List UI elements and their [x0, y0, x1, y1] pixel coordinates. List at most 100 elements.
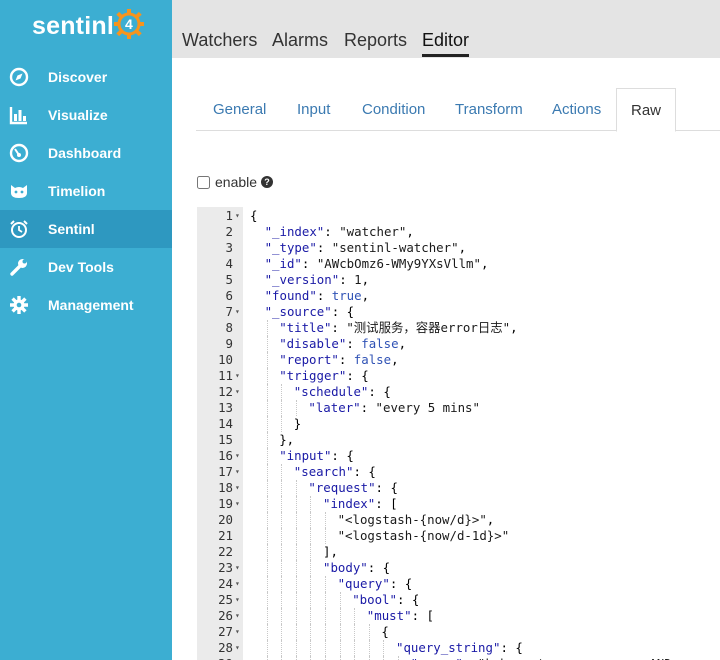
indent-guide	[281, 416, 283, 432]
code-token: "_id"	[264, 256, 302, 271]
tab-general[interactable]: General	[213, 88, 266, 131]
fold-arrow-icon[interactable]: ▾	[235, 448, 243, 464]
indent-guide	[310, 576, 312, 592]
line-number: 7	[225, 304, 233, 319]
indent-guide	[281, 464, 283, 480]
fold-arrow-icon[interactable]: ▾	[235, 384, 243, 400]
code-line: 15},	[197, 432, 720, 448]
fold-arrow-icon[interactable]: ▾	[235, 208, 243, 224]
code-token: "search"	[293, 464, 354, 479]
indent-guide	[325, 592, 326, 608]
tab-actions[interactable]: Actions	[552, 88, 601, 131]
code-line: 3 "_type": "sentinl-watcher",	[197, 240, 720, 256]
code-text: "request": {	[308, 480, 398, 496]
line-number: 25	[218, 592, 233, 607]
tab-editor[interactable]: Editor	[422, 29, 470, 57]
indent-guide	[266, 448, 268, 464]
fold-arrow-icon[interactable]: ▾	[235, 592, 243, 608]
line-number: 6	[225, 288, 233, 303]
indent-guide	[266, 368, 268, 384]
code-text: "schedule": {	[294, 384, 391, 400]
line-number: 11	[218, 368, 233, 383]
code-token: ,	[486, 512, 495, 527]
question-circle-icon[interactable]: ?	[261, 176, 274, 188]
code-token: "_type"	[264, 240, 317, 255]
sidebar-item-discover[interactable]: Discover	[0, 58, 172, 96]
sidebar-item-label: Timelion	[48, 183, 106, 199]
code-token: 1	[354, 272, 362, 287]
sidebar-item-visualize[interactable]: Visualize	[0, 96, 172, 134]
indent-guide	[368, 640, 370, 656]
sidebar-item-dashboard[interactable]: Dashboard	[0, 134, 172, 172]
tab-reports[interactable]: Reports	[344, 29, 407, 57]
code-line: 22],	[197, 544, 720, 560]
tab-raw[interactable]: Raw	[616, 88, 677, 132]
code-token: "index"	[323, 496, 376, 511]
sidebar-item-timelion[interactable]: Timelion	[0, 172, 172, 210]
fold-arrow-icon[interactable]: ▾	[235, 608, 243, 624]
indent-guide	[325, 608, 326, 624]
code-token: "report"	[279, 352, 339, 367]
cat-face-icon	[9, 181, 29, 201]
indent-guide	[368, 656, 370, 660]
fold-arrow-icon[interactable]: ▾	[235, 576, 243, 592]
code-line: 16 ▾ "input": {	[197, 448, 720, 464]
indent-guide	[310, 512, 312, 528]
code-token: : {	[353, 464, 376, 479]
tab-condition[interactable]: Condition	[362, 88, 425, 131]
code-token: {	[250, 208, 258, 223]
code-line: 21 "<logstash-{now/d-1d}>"	[197, 528, 720, 544]
sidebar-item-dev-tools[interactable]: Dev Tools	[0, 248, 172, 286]
indent-guide	[398, 656, 399, 660]
indent-guide	[266, 320, 268, 336]
indent-guide	[310, 544, 312, 560]
code-token: : {	[331, 448, 354, 463]
code-token: }	[293, 416, 302, 431]
tab-input[interactable]: Input	[297, 88, 330, 131]
tab-alarms[interactable]: Alarms	[272, 29, 328, 57]
fold-arrow-icon[interactable]: ▾	[235, 480, 243, 496]
code-token: "every 5 mins"	[375, 400, 480, 415]
sidebar-item-sentinl[interactable]: Sentinl	[0, 210, 172, 248]
code-token: :	[301, 256, 317, 271]
indent-guide	[266, 464, 268, 480]
line-number: 17	[218, 464, 233, 479]
indent-guide	[281, 400, 283, 416]
sentinl-logo[interactable]: sentinl 4	[32, 6, 146, 46]
tab-watchers[interactable]: Watchers	[182, 29, 257, 57]
indent-guide	[339, 608, 341, 624]
fold-arrow-icon[interactable]: ▾	[235, 368, 243, 384]
fold-arrow-icon[interactable]: ▾	[235, 640, 243, 656]
code-token: "query"	[411, 656, 463, 660]
fold-arrow-icon[interactable]: ▾	[235, 560, 243, 576]
indent-guide	[325, 656, 326, 660]
line-number: 13	[218, 400, 233, 415]
indent-guide	[368, 624, 370, 640]
code-text: "later": "every 5 mins"	[308, 400, 480, 416]
indent-guide	[383, 656, 385, 660]
indent-guide	[281, 560, 283, 576]
fold-arrow-icon[interactable]: ▾	[235, 304, 243, 320]
raw-json-editor[interactable]: 1 ▾{2 "_index": "watcher", 3 "_type": "senti…	[197, 207, 720, 660]
code-token: ,	[361, 272, 370, 287]
enable-checkbox[interactable]	[197, 175, 210, 189]
sidebar-item-management[interactable]: Management	[0, 286, 172, 324]
code-token: ,	[391, 352, 399, 367]
indent-guide	[266, 624, 268, 640]
fold-arrow-icon[interactable]: ▾	[235, 624, 243, 640]
code-token: "sentinl-watcher"	[331, 240, 459, 255]
code-token: "watcher"	[339, 224, 407, 239]
indent-guide	[295, 400, 297, 416]
indent-guide	[310, 496, 312, 512]
fold-arrow-icon[interactable]: ▾	[235, 496, 243, 512]
fold-arrow-icon[interactable]: ▾	[235, 464, 243, 480]
line-number: 10	[218, 352, 233, 367]
code-token: "disable"	[279, 336, 347, 351]
indent-guide	[354, 624, 356, 640]
code-token: "later"	[308, 400, 361, 415]
code-text: "query": {	[338, 576, 413, 592]
code-token: "input"	[279, 448, 332, 463]
tab-transform[interactable]: Transform	[455, 88, 523, 131]
indent-guide	[295, 528, 297, 544]
code-token: "_version"	[264, 272, 340, 287]
